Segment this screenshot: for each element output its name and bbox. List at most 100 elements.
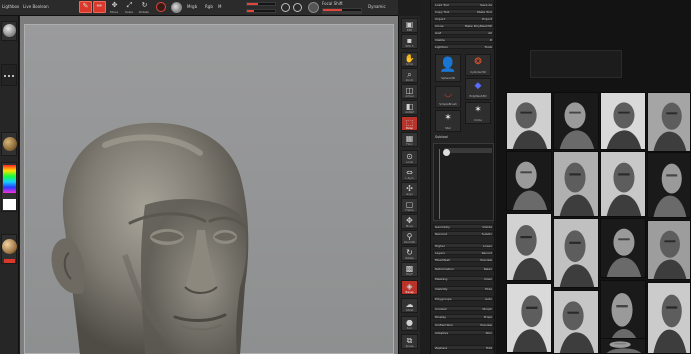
palette-row[interactable]: Visible R	[433, 37, 494, 42]
reference-portrait-thumbnail[interactable]	[553, 151, 599, 217]
reference-portrait-thumbnail[interactable]	[647, 220, 691, 280]
tool-cylinder[interactable]: ❂ Cylinder3D	[465, 54, 491, 76]
move-view-button[interactable]: ✥ Move	[401, 214, 418, 229]
tool-circle[interactable]: ✶ Circle	[465, 102, 491, 124]
subtool-header[interactable]: Subtool	[433, 134, 494, 140]
reference-portrait-thumbnail[interactable]	[600, 218, 646, 278]
scroll-button[interactable]: ✋ Scroll	[401, 52, 418, 67]
reference-portrait-thumbnail[interactable]	[553, 92, 599, 150]
palette-row[interactable]: Import Export	[433, 16, 494, 21]
reference-portrait-thumbnail[interactable]	[506, 92, 552, 150]
rotate-view-button[interactable]: ↻ Rotate	[401, 246, 418, 261]
canvas-area[interactable]	[24, 24, 394, 354]
reference-portrait-thumbnail[interactable]	[600, 92, 646, 150]
subtool-item[interactable]	[444, 148, 492, 153]
mrgb-toggle[interactable]: Mrgb	[187, 4, 197, 9]
lightbox-button[interactable]: Ligthbox	[2, 4, 19, 9]
move-icon[interactable]: ✥	[110, 1, 119, 10]
zsub-toggle[interactable]	[293, 3, 302, 12]
current-tool-thumbnail[interactable]: 👤 Sphere3D	[435, 54, 461, 82]
palette-row[interactable]: Unified Skin Preview	[433, 322, 494, 327]
focal-dial-icon[interactable]	[308, 2, 319, 13]
zoom-button[interactable]: ⌕ Zoom	[401, 68, 418, 83]
zoom3d-button[interactable]: ⚲ Zoom3D	[401, 230, 418, 245]
xpose-icon: ⧉	[406, 336, 413, 345]
palette-row[interactable]: FiberMesh Preview	[433, 257, 494, 262]
rotate-icon[interactable]: ↻	[140, 1, 149, 10]
reference-portrait-thumbnail[interactable]	[506, 151, 552, 211]
palette-row[interactable]: Polygroups Auto	[433, 296, 494, 301]
transp-button[interactable]: ◈ Transp	[401, 280, 418, 295]
live-boolean-button[interactable]: Live Boolean	[23, 4, 49, 9]
stroke-selector[interactable]	[1, 64, 17, 86]
palette-row[interactable]: Clone Make PolyMesh3D	[433, 23, 494, 28]
reference-portrait-thumbnail[interactable]	[553, 218, 599, 288]
local-button[interactable]: ⊙ Local	[401, 150, 418, 165]
ghost-button[interactable]: ☁ Ghost	[401, 298, 418, 313]
subtool-list[interactable]	[433, 143, 494, 221]
solo-button[interactable]: ● Solo	[401, 316, 418, 331]
palette-row[interactable]: Load Tool Save As	[433, 2, 494, 7]
zadd-toggle[interactable]	[281, 3, 290, 12]
palette-row[interactable]: Masking Clear	[433, 276, 494, 281]
lsym-button[interactable]: ⇔ L.Sym	[401, 166, 418, 181]
edit-button[interactable]: ✎	[79, 1, 92, 13]
palette-row[interactable]: Lightbox Tools	[433, 44, 494, 49]
reference-portrait-thumbnail[interactable]	[506, 213, 552, 281]
color-picker[interactable]	[1, 162, 17, 212]
rgb-toggle[interactable]: Rgb	[205, 4, 213, 9]
gxyz-button[interactable]: ✣ Gxyz	[401, 182, 418, 197]
reference-portrait-thumbnail[interactable]	[553, 290, 599, 354]
palette-row[interactable]: Geometry Divide	[433, 224, 494, 229]
frame-button[interactable]: ▢ Frame	[401, 198, 418, 213]
ring-icon: ◡	[444, 89, 452, 99]
palette-row[interactable]: Deformation Relax	[433, 266, 494, 271]
gxyz-icon: ✣	[406, 184, 413, 193]
actual-button[interactable]: ◫ Actual	[401, 84, 418, 99]
reference-portrait-thumbnail[interactable]	[647, 92, 691, 152]
palette-row[interactable]: Copy Tool Paste Tool	[433, 9, 494, 14]
palette-row[interactable]: Display Props	[433, 314, 494, 319]
texture-dial-icon[interactable]	[171, 2, 182, 13]
brush-selector[interactable]	[1, 21, 17, 41]
tool-simplebrush[interactable]: ◆ PolyMesh3D	[465, 78, 491, 100]
color-gradient[interactable]	[3, 165, 16, 193]
main-color-swatch[interactable]	[3, 199, 16, 210]
draw-button[interactable]: ✏	[93, 1, 106, 13]
persp-button[interactable]: ⬚ Persp	[401, 116, 418, 131]
rgb-intensity-slider[interactable]	[246, 2, 276, 6]
floor-button[interactable]: ▦ Floor	[401, 132, 418, 147]
palette-row[interactable]: Reconst Subdiv	[433, 231, 494, 236]
tool-ring[interactable]: ◡ SimpleBrush	[435, 86, 461, 108]
spix-button[interactable]: ▪ SPix 3	[401, 34, 418, 49]
palette-row[interactable]: Contact Morph	[433, 306, 494, 311]
reference-portrait-thumbnail[interactable]	[600, 338, 646, 354]
tool-star[interactable]: ✶ Star	[435, 110, 461, 132]
dynamic-label[interactable]: Dynamic	[368, 4, 386, 9]
document-viewport[interactable]	[20, 16, 398, 354]
bpr-button[interactable]: ▣ BPR	[401, 18, 418, 33]
palette-row[interactable]: Adaptive Skin	[433, 330, 494, 335]
palette-row[interactable]: Layers Record	[433, 250, 494, 255]
matcap-selector[interactable]	[1, 234, 17, 264]
material-selector[interactable]	[1, 132, 17, 156]
aahalf-button[interactable]: ◧ AAHalf	[401, 100, 418, 115]
reference-portrait-thumbnail[interactable]	[647, 152, 691, 218]
reference-portrait-thumbnail[interactable]	[506, 283, 552, 353]
material-circle-button[interactable]	[156, 2, 166, 12]
m-toggle[interactable]: M	[218, 4, 221, 9]
palette-row[interactable]: Higher Lower	[433, 243, 494, 248]
reference-portrait-thumbnail[interactable]	[600, 151, 646, 217]
subtool-visibility-icon[interactable]	[443, 149, 450, 156]
palette-row[interactable]: GoZ All	[433, 30, 494, 35]
z-intensity-slider[interactable]	[246, 9, 276, 13]
sculpted-head-model[interactable]	[25, 25, 395, 354]
spix-icon: ▪	[406, 36, 413, 45]
palette-row[interactable]: Zsphere Edit	[433, 345, 494, 350]
scale-icon[interactable]: ⤢	[125, 1, 134, 10]
xpose-button[interactable]: ⧉ Xpose	[401, 334, 418, 349]
reference-portrait-thumbnail[interactable]	[647, 282, 691, 354]
draw-size-slider[interactable]	[322, 12, 362, 14]
palette-row[interactable]: Visibility Hide	[433, 286, 494, 291]
polyf-button[interactable]: ▩ PolyF	[401, 262, 418, 277]
